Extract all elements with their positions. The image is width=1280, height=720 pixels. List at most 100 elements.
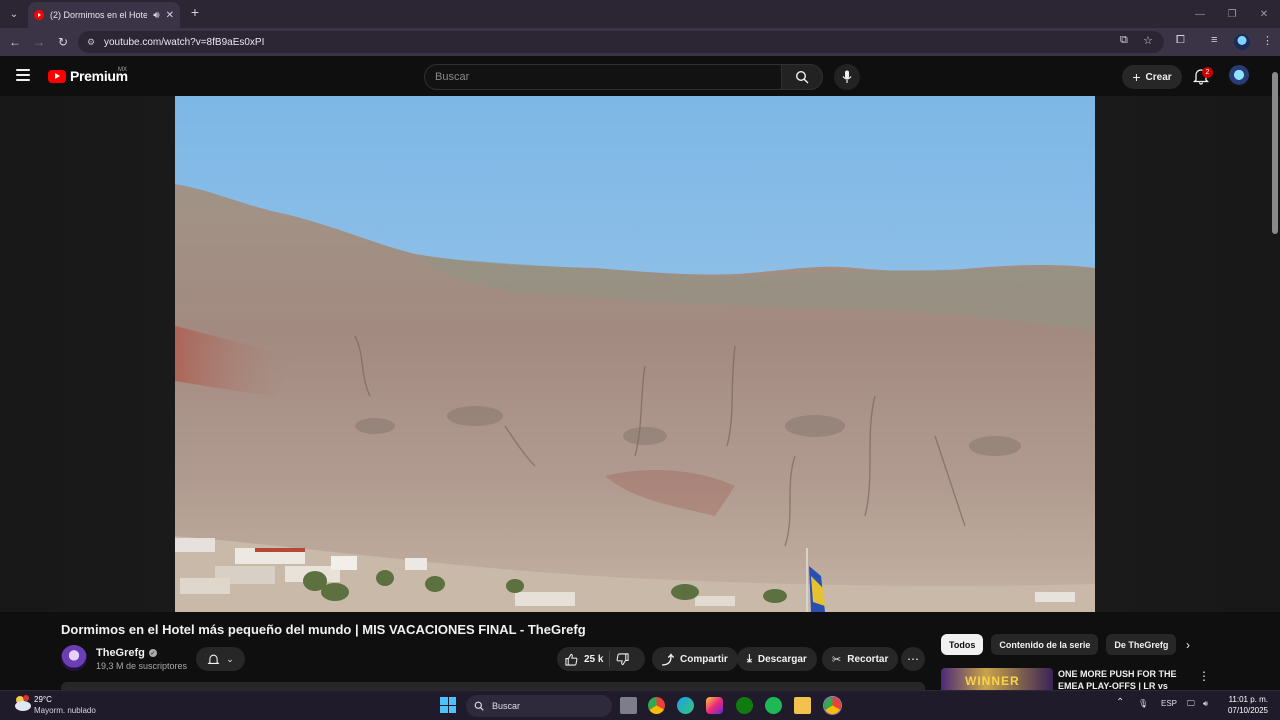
channel-name-row[interactable]: TheGrefg ✓ [96, 647, 157, 659]
subscription-notifications-button[interactable]: ⌄ [196, 647, 245, 671]
share-label: Compartir [680, 653, 728, 665]
install-app-icon[interactable]: ⧉ [1120, 34, 1128, 47]
chevron-down-icon: ⌄ [226, 653, 234, 664]
search-button[interactable] [781, 64, 823, 90]
edge-icon[interactable] [677, 697, 694, 714]
search-icon [795, 70, 809, 84]
chrome-icon[interactable] [648, 697, 665, 714]
xbox-icon[interactable] [736, 697, 753, 714]
video-frame-mountain-landscape [175, 96, 1095, 612]
share-button[interactable]: ⤴ Compartir [652, 647, 738, 671]
browser-profile-avatar[interactable] [1234, 34, 1250, 50]
site-info-icon[interactable]: ⚙ [86, 37, 96, 47]
like-button[interactable]: 25 k [565, 653, 603, 666]
volume-icon[interactable]: 🔊︎ [1203, 699, 1208, 709]
plus-icon: + [1132, 69, 1141, 85]
speaker-icon[interactable]: 🔊︎ [153, 10, 159, 21]
video-title: Dormimos en el Hotel más pequeño del mun… [61, 622, 586, 637]
reload-icon[interactable]: ↻ [55, 34, 71, 50]
thumbs-down-icon [617, 652, 630, 665]
like-divider [609, 651, 611, 667]
dislike-button[interactable] [616, 652, 630, 666]
tab-search-button[interactable]: ⌄ [4, 4, 24, 24]
like-count: 25 k [584, 653, 604, 665]
youtube-play-logo-icon [48, 69, 66, 83]
microphone-icon [842, 70, 852, 83]
download-label: Descargar [757, 653, 807, 665]
channel-name[interactable]: TheGrefg [96, 647, 145, 659]
instagram-icon[interactable] [706, 697, 723, 714]
recommendation-thumbnail[interactable]: WINNER [941, 668, 1053, 690]
maximize-button[interactable]: ❐ [1216, 0, 1248, 28]
download-icon: ⤓ [747, 652, 752, 665]
file-explorer-icon[interactable] [794, 697, 811, 714]
tray-overflow-chevron-icon[interactable]: ⌃ [1116, 697, 1124, 708]
browser-toolbar: ← → ↻ ⚙ youtube.com/watch?v=8fB9aEs0xPI … [0, 28, 1280, 56]
thumbnail-text: WINNER [965, 674, 1020, 688]
microphone-tray-icon[interactable]: 🎙︎ [1138, 699, 1148, 708]
clock-time: 11:01 p. m. [1228, 695, 1268, 704]
create-button[interactable]: + Crear [1122, 65, 1182, 89]
weather-cloud-icon[interactable] [12, 694, 32, 712]
weather-description[interactable]: Mayorm. nublado [34, 706, 96, 715]
browser-tab-strip: ⌄ (2) Dormimos en el Hotel más pequeño d… [0, 0, 1280, 28]
address-bar[interactable]: ⚙ youtube.com/watch?v=8fB9aEs0xPI [78, 31, 1164, 53]
taskbar-clock[interactable]: 11:01 p. m. 07/10/2025 [1222, 694, 1268, 716]
windows-start-icon[interactable] [440, 697, 456, 713]
youtube-logo[interactable]: Premium [48, 68, 128, 84]
verified-check-icon: ✓ [148, 649, 157, 657]
spotify-icon[interactable] [765, 697, 782, 714]
more-actions-button[interactable]: ⋯ [901, 647, 925, 671]
window-close-button[interactable]: ✕ [1248, 0, 1280, 28]
notification-count-badge: 2 [1202, 67, 1213, 78]
browser-menu-icon[interactable]: ⋮ [1262, 34, 1273, 47]
recommendation-filter-chips: Todos Contenido de la serie De TheGrefg [941, 634, 1177, 655]
chip-series-content[interactable]: Contenido de la serie [991, 634, 1099, 655]
bookmark-star-icon[interactable]: ☆ [1143, 34, 1153, 47]
channel-avatar[interactable] [61, 645, 87, 671]
share-arrow-icon: ⤴ [662, 652, 675, 667]
create-label: Crear [1145, 71, 1172, 83]
thumbs-up-icon [565, 653, 578, 666]
voice-search-button[interactable] [834, 64, 860, 90]
forward-arrow-icon[interactable]: → [31, 34, 47, 50]
subscriber-count: 19,3 M de suscriptores [96, 661, 188, 671]
clip-label: Recortar [847, 653, 889, 665]
page-scrollbar-thumb[interactable] [1272, 72, 1278, 234]
tab-close-icon[interactable]: ✕ [166, 10, 174, 21]
taskbar-search-icon [474, 701, 484, 711]
clock-date: 07/10/2025 [1227, 706, 1268, 715]
like-dislike-group: 25 k [557, 647, 645, 671]
back-arrow-icon[interactable]: ← [7, 34, 23, 50]
account-avatar[interactable] [1228, 65, 1250, 87]
new-tab-button[interactable]: + [186, 4, 204, 20]
logo-region: MX [118, 67, 127, 73]
taskbar-search[interactable]: Buscar [466, 695, 612, 717]
chip-from-channel[interactable]: De TheGrefg [1106, 634, 1177, 655]
media-control-icon[interactable]: ≡ [1211, 34, 1217, 46]
scissors-icon: ✂ [832, 653, 842, 666]
url-text[interactable]: youtube.com/watch?v=8fB9aEs0xPI [104, 37, 264, 48]
video-player[interactable] [175, 96, 1095, 612]
windows-taskbar: 29°C Mayorm. nublado Buscar ⌃ 🎙︎ ESP 🖵︎ … [0, 690, 1280, 720]
download-button[interactable]: ⤓ Descargar [737, 647, 817, 671]
extensions-icon[interactable]: ⧠ [1176, 34, 1185, 47]
weather-temperature[interactable]: 29°C [34, 695, 52, 704]
youtube-masthead: Premium MX Buscar + Crear [0, 56, 1280, 96]
chip-all[interactable]: Todos [941, 634, 984, 655]
network-icon[interactable]: 🖵︎ [1187, 699, 1195, 709]
chrome-profile-icon[interactable] [824, 697, 841, 714]
input-language[interactable]: ESP [1161, 699, 1177, 708]
menu-hamburger-icon[interactable] [16, 69, 30, 81]
bell-icon [207, 654, 220, 664]
clip-button[interactable]: ✂ Recortar [822, 647, 899, 671]
window-controls: — ❐ ✕ [1184, 0, 1280, 28]
description-box[interactable] [61, 682, 925, 690]
search-input[interactable]: Buscar [424, 64, 782, 90]
minimize-button[interactable]: — [1184, 0, 1216, 28]
chevron-right-icon[interactable]: › [1186, 638, 1190, 652]
recommendation-title[interactable]: ONE MORE PUSH FOR THE EMEA PLAY-OFFS | L… [1058, 668, 1182, 690]
recommendation-menu-icon[interactable]: ⋮ [1198, 669, 1210, 683]
browser-tab-active[interactable]: (2) Dormimos en el Hotel más pequeño del… [28, 2, 180, 28]
task-view-icon[interactable] [620, 697, 637, 714]
